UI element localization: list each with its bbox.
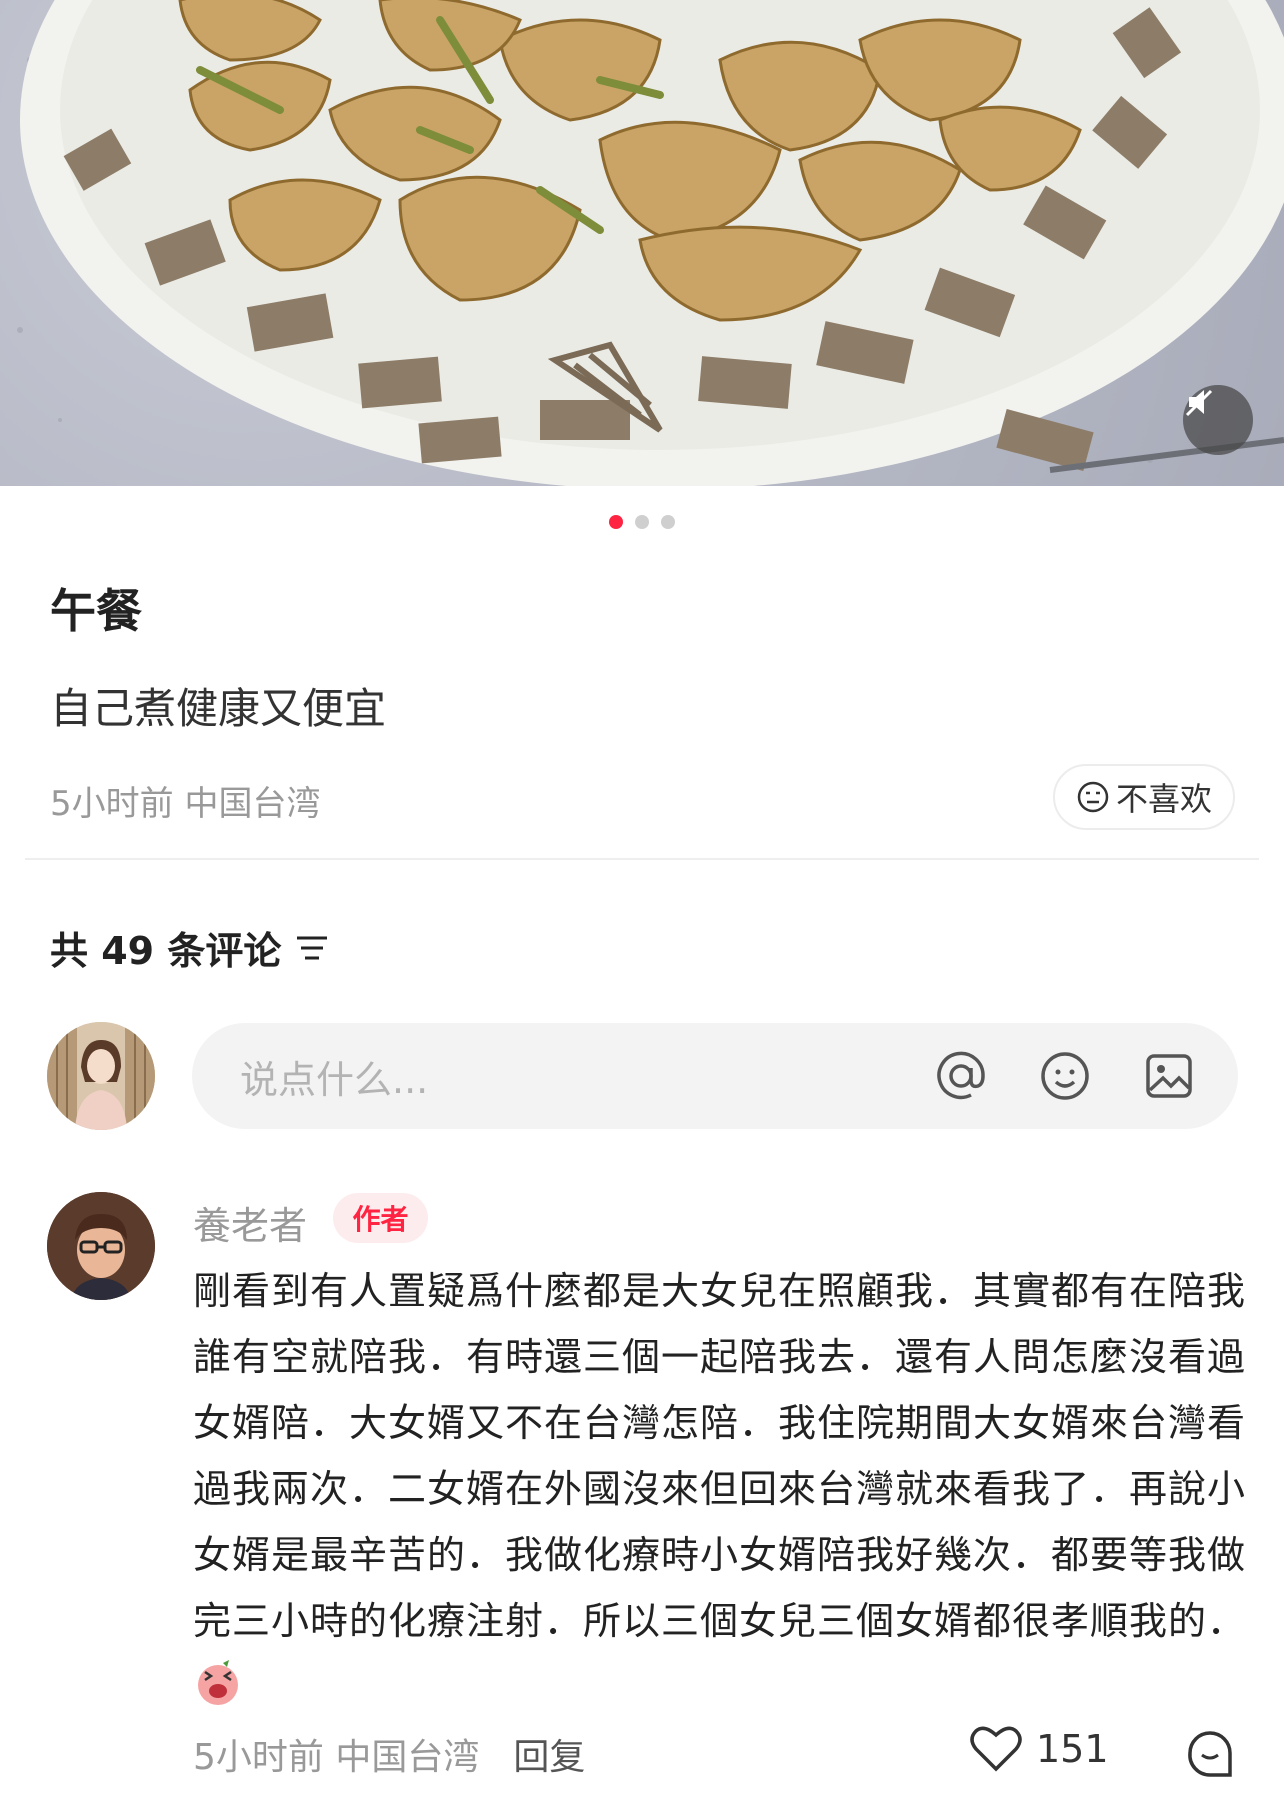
post-title: 午餐 — [50, 584, 142, 638]
comment-bubble-icon[interactable] — [1182, 1725, 1238, 1781]
pagination-dot[interactable] — [635, 515, 649, 529]
avatar-image — [47, 1022, 155, 1130]
mute-button[interactable] — [1183, 385, 1253, 455]
comment-count-label: 共 49 条评论 — [50, 929, 282, 973]
like-button[interactable]: 151 — [970, 1725, 1109, 1773]
comment-input[interactable]: 说点什么... — [192, 1023, 1238, 1129]
author-badge: 作者 — [333, 1193, 428, 1243]
comments-header: 共 49 条评论 — [50, 920, 331, 975]
food-photo — [17, 0, 1284, 486]
like-count: 151 — [1036, 1727, 1109, 1771]
reply-button[interactable]: 回复 — [513, 1728, 585, 1780]
neutral-face-icon — [1077, 781, 1109, 813]
sort-icon[interactable] — [295, 932, 331, 964]
dislike-button[interactable]: 不喜欢 — [1053, 764, 1235, 830]
image-pagination — [0, 515, 1284, 529]
pagination-dot[interactable] — [661, 515, 675, 529]
post-description: 自己煮健康又便宜 — [50, 684, 387, 733]
divider — [25, 858, 1259, 860]
post-time: 5小时前 — [50, 784, 174, 824]
dislike-label: 不喜欢 — [1115, 780, 1212, 818]
my-avatar[interactable] — [47, 1022, 155, 1130]
comment-location: 中国台湾 — [335, 1737, 480, 1778]
post-meta: 5小时前 中国台湾 — [50, 776, 320, 825]
image-upload-icon[interactable] — [1140, 1047, 1198, 1105]
avatar-image — [47, 1192, 155, 1300]
comment-body: 剛看到有人置疑爲什麼都是大女兒在照顧我．其實都有在陪我誰有空就陪我．有時還三個一… — [193, 1258, 1253, 1720]
author-name[interactable]: 養老者 — [193, 1195, 307, 1250]
comment-time-location: 5小时前 中国台湾 — [193, 1728, 479, 1780]
at-mention-icon[interactable] — [932, 1047, 990, 1105]
comment-meta: 5小时前 中国台湾 回复 — [193, 1728, 585, 1780]
pagination-dot-active[interactable] — [609, 515, 623, 529]
heart-icon — [970, 1726, 1022, 1772]
speaker-muted-icon — [1185, 389, 1213, 417]
emoji-icon[interactable] — [1036, 1047, 1094, 1105]
laughing-emoji-icon — [198, 1660, 238, 1705]
comment-input-placeholder: 说点什么... — [240, 1057, 429, 1102]
author-avatar[interactable] — [47, 1192, 155, 1300]
comment-text: 剛看到有人置疑爲什麼都是大女兒在照顧我．其實都有在陪我誰有空就陪我．有時還三個一… — [193, 1269, 1247, 1643]
post-image[interactable] — [0, 0, 1284, 486]
comment-time: 5小时前 — [193, 1737, 324, 1778]
post-location: 中国台湾 — [184, 784, 321, 824]
